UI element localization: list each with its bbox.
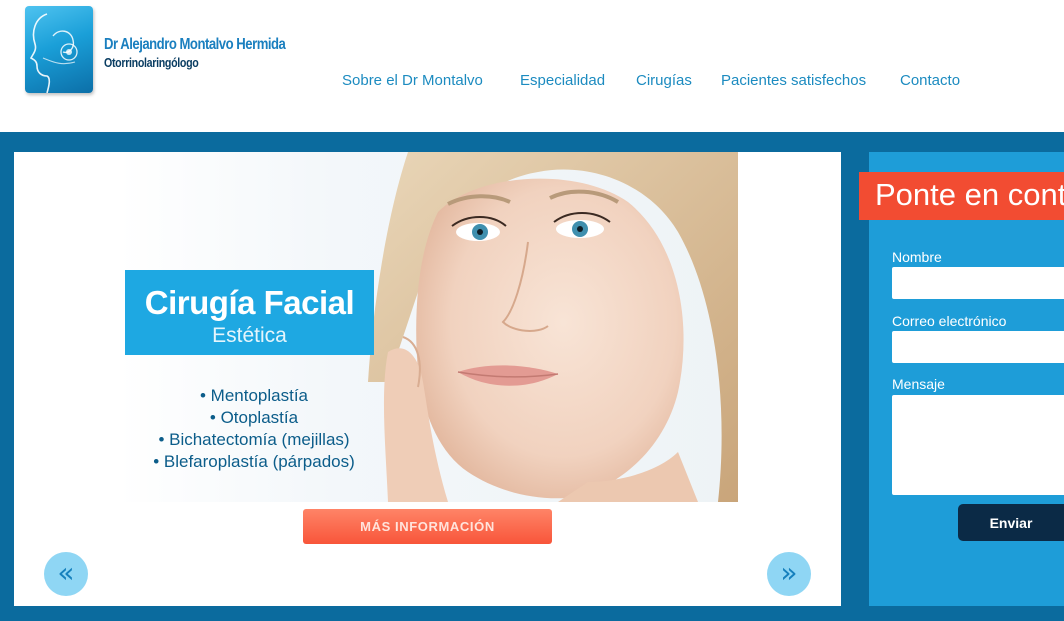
next-slide-button[interactable]: » — [767, 552, 811, 596]
promo-title: Cirugía Facial — [144, 284, 355, 321]
prev-slide-button[interactable]: « — [44, 552, 88, 596]
email-field[interactable] — [892, 331, 1064, 363]
procedure-list: • Mentoplastía • Otoplastía • Bichatecto… — [134, 385, 374, 473]
list-item: • Blefaroplastía (párpados) — [153, 452, 355, 471]
message-field[interactable] — [892, 395, 1064, 495]
double-chevron-left-icon: « — [57, 556, 75, 589]
nav-item-about[interactable]: Sobre el Dr Montalvo — [342, 72, 483, 89]
contact-heading-text: Ponte en contacto — [875, 177, 1064, 212]
name-label: Nombre — [892, 249, 942, 265]
email-label: Correo electrónico — [892, 313, 1007, 329]
promo-title-box: Cirugía Facial Estética — [125, 270, 374, 355]
send-button[interactable]: Enviar — [958, 504, 1064, 541]
nav-item-surgeries[interactable]: Cirugías — [636, 72, 692, 89]
brand-subtitle: Otorrinolaringólogo — [104, 55, 199, 70]
nav-item-specialty[interactable]: Especialidad — [520, 72, 605, 89]
list-item: • Bichatectomía (mejillas) — [158, 430, 350, 449]
list-item: • Otoplastía — [209, 408, 299, 427]
double-chevron-right-icon: » — [780, 556, 798, 589]
contact-heading: Ponte en contacto — [859, 172, 1064, 220]
name-field[interactable] — [892, 267, 1064, 299]
brand-name[interactable]: Dr Alejandro Montalvo Hermida — [104, 36, 286, 54]
list-item: • Mentoplastía — [199, 386, 308, 405]
logo-icon[interactable] — [25, 6, 93, 93]
hero-slider: Cirugía Facial Estética • Mentoplastía •… — [14, 152, 841, 606]
more-info-button[interactable]: MÁS INFORMACIÓN — [303, 509, 552, 544]
nav-item-contact[interactable]: Contacto — [900, 72, 960, 89]
promo-subtitle: Estética — [212, 324, 287, 347]
page: Dr Alejandro Montalvo Hermida Otorrinola… — [0, 0, 1064, 621]
nav-item-patients[interactable]: Pacientes satisfechos — [721, 72, 866, 89]
site-header: Dr Alejandro Montalvo Hermida Otorrinola… — [0, 0, 1064, 132]
message-label: Mensaje — [892, 376, 945, 392]
